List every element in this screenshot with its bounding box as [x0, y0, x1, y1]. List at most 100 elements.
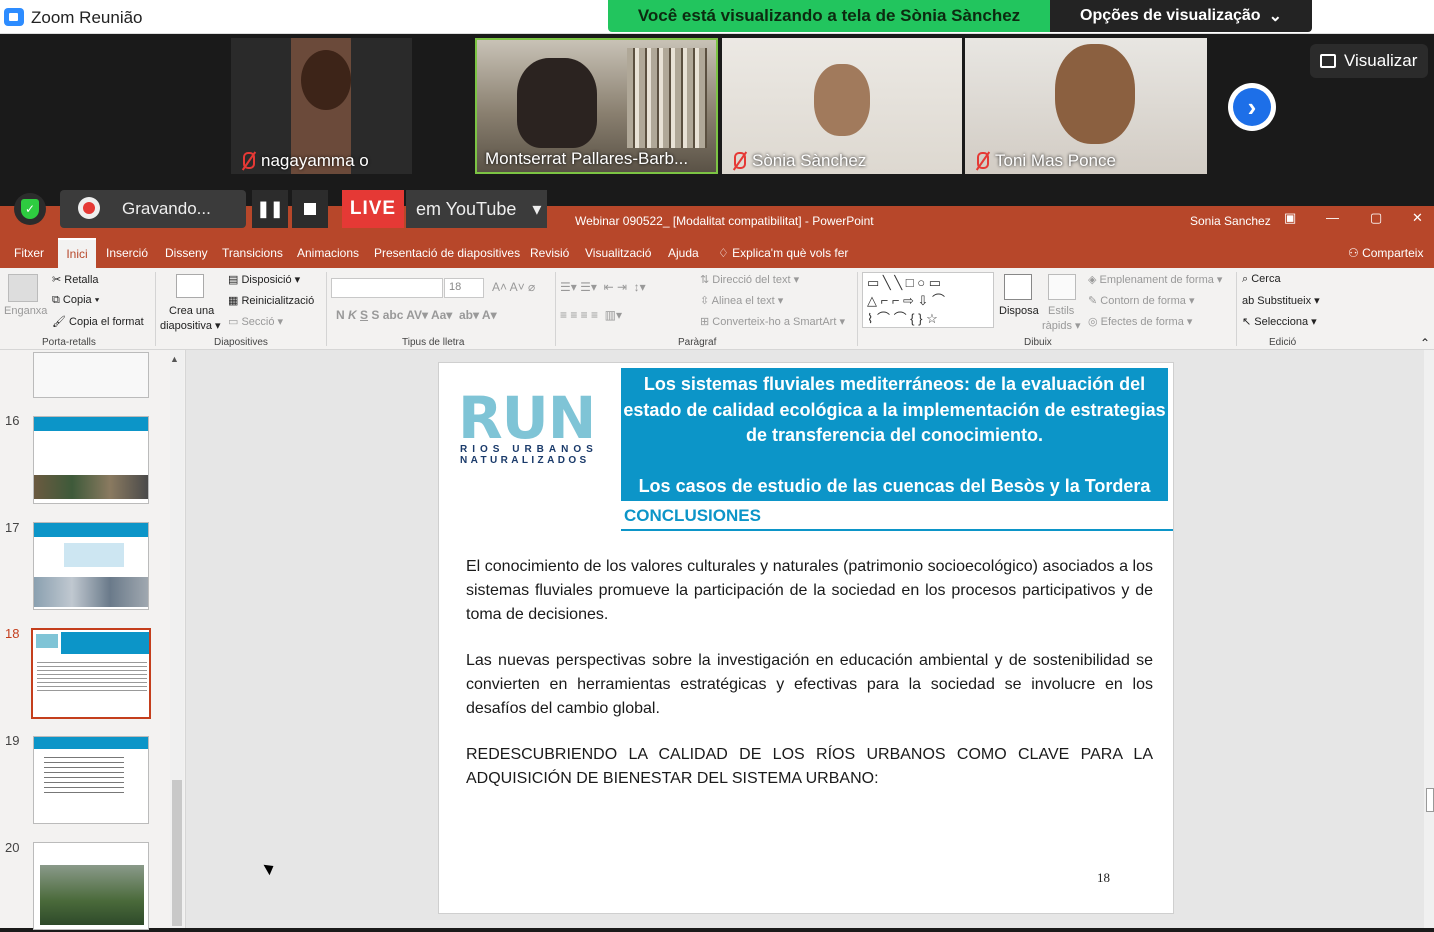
- pause-recording-button[interactable]: ❚❚: [252, 190, 288, 228]
- share-button[interactable]: ⚇ Comparteix: [1348, 246, 1423, 260]
- next-page-button[interactable]: ›: [1228, 83, 1276, 131]
- view-options-button[interactable]: Opções de visualização ⌄: [1050, 0, 1312, 32]
- tab-design[interactable]: Disseny: [165, 246, 208, 260]
- tab-help[interactable]: Ajuda: [668, 246, 699, 260]
- logo-sub-2: NATURALIZADOS: [460, 455, 590, 466]
- view-button[interactable]: Visualizar: [1310, 44, 1428, 78]
- new-slide-dropdown[interactable]: diapositiva ▾: [160, 319, 221, 332]
- tab-insert[interactable]: Inserció: [106, 246, 148, 260]
- font-format-buttons[interactable]: N K S S abc AV▾ Aa▾ ab▾ A▾: [336, 308, 497, 322]
- maximize-icon[interactable]: ▢: [1370, 210, 1382, 226]
- tell-me-search[interactable]: ♢ Explica'm què vols fer: [718, 246, 848, 260]
- participant-tile[interactable]: Sònia Sànchez: [722, 38, 962, 174]
- shape-effects-button[interactable]: ◎ Efectes de forma ▾: [1088, 315, 1192, 328]
- find-button[interactable]: ⌕ Cerca: [1242, 273, 1281, 286]
- collapse-ribbon-icon[interactable]: ⌃: [1420, 336, 1430, 350]
- mic-muted-icon: [730, 151, 746, 171]
- tab-review[interactable]: Revisió: [530, 246, 569, 260]
- arrange-button[interactable]: Disposa: [999, 305, 1039, 317]
- font-group-label: Tipus de lletra: [402, 337, 465, 348]
- slide-page-number: 18: [1097, 870, 1110, 885]
- ribbon-separator: [155, 272, 156, 346]
- format-painter-label: Copia el format: [69, 316, 144, 328]
- slide-thumbnail[interactable]: [33, 352, 149, 398]
- section-button[interactable]: ▭ Secció ▾: [228, 315, 283, 328]
- slide-thumbnail[interactable]: [33, 522, 149, 610]
- ribbon-separator: [1236, 272, 1237, 346]
- thumb-photo: [40, 865, 144, 925]
- slide-thumbnail[interactable]: [33, 736, 149, 824]
- new-slide-icon: [176, 274, 204, 298]
- paste-button[interactable]: Enganxa: [4, 305, 47, 317]
- participant-face: [517, 58, 597, 148]
- participant-tile-active[interactable]: Montserrat Pallares-Barb...: [475, 38, 718, 174]
- slide-number: 17: [5, 520, 20, 535]
- new-slide-button[interactable]: Crea una: [169, 305, 214, 317]
- format-painter-button[interactable]: 🖌 Copia el format: [52, 315, 144, 328]
- quick-styles-dropdown[interactable]: ràpids ▾: [1042, 319, 1081, 332]
- drawing-group-label: Dibuix: [1024, 337, 1052, 348]
- clipboard-icon: [8, 274, 38, 302]
- align-buttons[interactable]: ≡ ≡ ≡ ≡ ▥▾: [560, 308, 622, 322]
- select-button[interactable]: ↖ Selecciona ▾: [1242, 315, 1317, 328]
- smartart-button[interactable]: ⊞ Converteix-ho a SmartArt ▾: [700, 315, 845, 328]
- layout-button[interactable]: ▤ Disposició ▾: [228, 273, 300, 286]
- fill-icon: ◈: [1088, 274, 1100, 286]
- new-slide-label: diapositiva: [160, 320, 212, 332]
- user-name[interactable]: Sonia Sanchez: [1190, 214, 1271, 228]
- slide-number: 16: [5, 413, 20, 428]
- tab-view[interactable]: Visualització: [585, 246, 651, 260]
- cut-button[interactable]: ✂ Retalla: [52, 273, 99, 286]
- participant-face: [301, 50, 351, 110]
- font-grow-icon[interactable]: A˄ A˅ ⌀: [492, 280, 535, 294]
- share-banner: Você está visualizando a tela de Sònia S…: [608, 0, 1050, 32]
- shape-fill-label: Emplenament de forma: [1099, 274, 1214, 286]
- tab-home[interactable]: Inici: [58, 238, 96, 268]
- thumbnail-scroll-thumb[interactable]: [172, 780, 182, 926]
- security-shield-icon[interactable]: ✓: [14, 193, 46, 225]
- close-icon[interactable]: ✕: [1412, 210, 1423, 226]
- quick-styles-button[interactable]: Estils: [1048, 305, 1074, 317]
- font-family-input[interactable]: [331, 278, 443, 298]
- section-heading[interactable]: CONCLUSIONES: [624, 506, 761, 526]
- copy-button[interactable]: ⧉ Copia ▾: [52, 294, 99, 307]
- slide-thumbnail[interactable]: [33, 842, 149, 930]
- ribbon-display-icon[interactable]: ▣: [1284, 210, 1296, 226]
- editor-scroll-thumb[interactable]: [1426, 788, 1434, 812]
- align-text-button[interactable]: ⇳ Alinea el text ▾: [700, 294, 783, 307]
- shape-outline-button[interactable]: ✎ Contorn de forma ▾: [1088, 294, 1194, 307]
- slide-paragraph-2[interactable]: Las nuevas perspectivas sobre la investi…: [466, 649, 1153, 721]
- participant-tile[interactable]: Toni Mas Ponce: [965, 38, 1207, 174]
- slide-title-box[interactable]: Los sistemas fluviales mediterráneos: de…: [621, 368, 1168, 501]
- text-direction-button[interactable]: ⇅ Direcció del text ▾: [700, 273, 799, 286]
- live-platform-dropdown[interactable]: em YouTube ▾: [406, 190, 547, 228]
- tab-slideshow[interactable]: Presentació de diapositives: [374, 246, 520, 260]
- shape-fill-button[interactable]: ◈ Emplenament de forma ▾: [1088, 273, 1222, 286]
- participant-face: [1055, 44, 1135, 144]
- grid-icon: [1320, 54, 1336, 68]
- thumb-photo: [34, 475, 148, 499]
- editor-scrollbar[interactable]: [1424, 350, 1434, 928]
- tab-animations[interactable]: Animacions: [297, 246, 359, 260]
- minimize-icon[interactable]: —: [1326, 210, 1339, 225]
- clipboard-group-label: Porta-retalls: [42, 337, 96, 348]
- list-buttons[interactable]: ☰▾ ☰▾ ⇤ ⇥ ↕▾: [560, 280, 646, 294]
- tell-me-label: Explica'm què vols fer: [732, 246, 849, 260]
- replace-button[interactable]: ab Substitueix ▾: [1242, 294, 1320, 307]
- slide-paragraph-3[interactable]: REDESCUBRIENDO LA CALIDAD DE LOS RÍOS UR…: [466, 743, 1153, 791]
- stop-recording-button[interactable]: [292, 190, 328, 228]
- thumb-text: [44, 757, 124, 797]
- slide-thumbnail[interactable]: [33, 416, 149, 504]
- font-size-input[interactable]: 18: [444, 278, 484, 298]
- ribbon-separator: [857, 272, 858, 346]
- reset-button[interactable]: ▦ Reinicialització: [228, 294, 314, 307]
- slide-paragraph-1[interactable]: El conocimiento de los valores culturale…: [466, 555, 1153, 627]
- shapes-gallery[interactable]: ▭ ╲ ╲ □ ○ ▭ △ ⌐ ⌐ ⇨ ⇩ ⌒ ⌇ ⌒ ⌒ { } ☆: [862, 272, 994, 328]
- participant-tile[interactable]: nagayamma o: [231, 38, 412, 174]
- text-direction-label: Direcció del text: [712, 274, 791, 286]
- tab-file[interactable]: Fitxer: [14, 246, 44, 260]
- scroll-up-icon[interactable]: ▲: [170, 354, 179, 364]
- tab-transitions[interactable]: Transicions: [222, 246, 283, 260]
- slide-thumbnail-current[interactable]: [31, 628, 151, 719]
- recording-label: Gravando...: [122, 199, 211, 218]
